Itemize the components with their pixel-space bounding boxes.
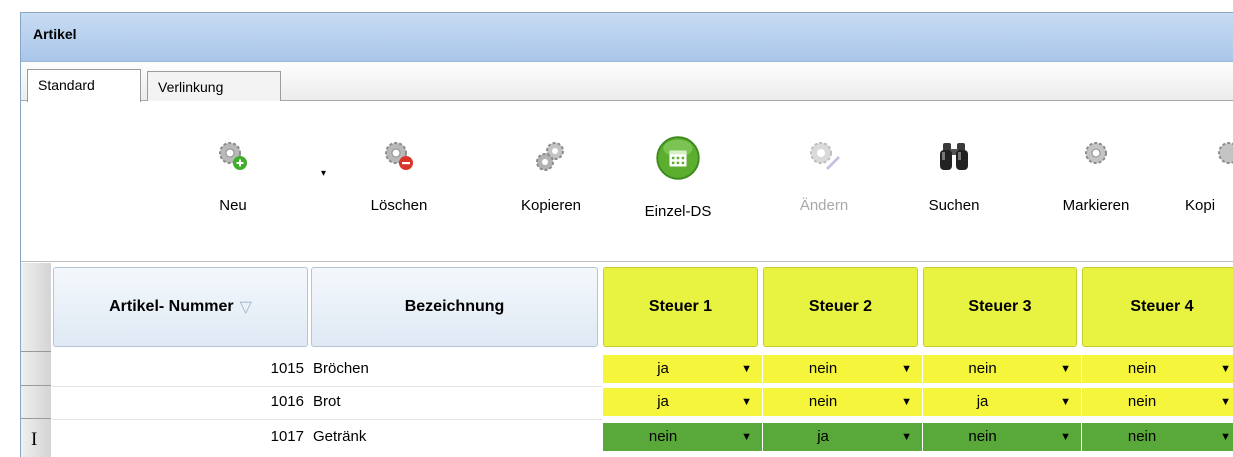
steuer-3-select[interactable]: nein ▼ (923, 355, 1082, 383)
cell-nummer[interactable]: 1017 (53, 423, 308, 451)
delete-button-label: Löschen (370, 197, 428, 214)
column-header-steuer-1[interactable]: Steuer 1 (603, 267, 758, 347)
steuer-3-select[interactable]: nein ▼ (923, 423, 1082, 451)
dropdown-arrow-icon: ▼ (1060, 363, 1071, 375)
gear-edit-icon (810, 142, 840, 170)
steuer-3-select[interactable]: ja ▼ (923, 388, 1082, 416)
binoculars-icon (940, 143, 968, 170)
dropdown-arrow-icon: ▼ (901, 363, 912, 375)
calculator-icon (656, 136, 700, 180)
select-value: nein (648, 428, 678, 445)
single-record-button-label: Einzel-DS (644, 203, 712, 220)
select-value: nein (1127, 393, 1157, 410)
search-button-label: Suchen (928, 197, 980, 214)
new-button[interactable]: Neu (203, 102, 263, 232)
tab-standard[interactable]: Standard (27, 69, 141, 102)
row-divider (52, 386, 602, 387)
select-value: nein (808, 360, 838, 377)
select-value: nein (968, 428, 997, 445)
sort-indicator-icon: ▽ (239, 299, 252, 316)
select-value: nein (1127, 360, 1157, 377)
copy-2-button-label: Kopi (1185, 197, 1216, 214)
dropdown-arrow-icon: ▼ (741, 363, 752, 375)
cell-bezeichnung[interactable]: Bröchen (311, 355, 601, 383)
select-value: nein (968, 360, 997, 377)
cell-nummer[interactable]: 1015 (53, 355, 308, 383)
cell-nummer[interactable]: 1016 (53, 388, 308, 416)
dropdown-arrow-icon: ▼ (1220, 431, 1231, 443)
text-cursor-icon: I (31, 429, 38, 450)
title-bar: Artikel (21, 13, 1233, 62)
tab-verlinkung[interactable]: Verlinkung (147, 71, 281, 101)
dropdown-arrow-icon: ▼ (741, 431, 752, 443)
mark-button[interactable]: Markieren (1051, 102, 1141, 232)
cell-bezeichnung[interactable]: Brot (311, 388, 601, 416)
artikel-window: Artikel Standard Verlinkung Neu ▾ Lösche… (20, 12, 1233, 457)
new-button-label: Neu (219, 197, 247, 214)
column-header-label: Artikel- Nummer (109, 298, 234, 315)
steuer-2-select[interactable]: nein ▼ (763, 355, 923, 383)
copy-2-button[interactable]: Kopi (1177, 102, 1233, 232)
mark-button-label: Markieren (1062, 197, 1130, 214)
dropdown-arrow-icon: ▼ (741, 396, 752, 408)
gears-copy-icon (536, 142, 564, 171)
select-value: nein (808, 393, 838, 410)
window-title: Artikel (33, 26, 77, 42)
dropdown-arrow-icon: ▼ (1220, 363, 1231, 375)
gear-mark-icon (1085, 142, 1107, 164)
select-value: nein (1127, 428, 1157, 445)
dropdown-arrow-icon: ▼ (1220, 396, 1231, 408)
single-record-button[interactable]: Einzel-DS (633, 102, 723, 232)
select-value: ja (657, 393, 669, 410)
articles-grid: I Artikel- Nummer ▽ Bezeichnung Steuer 1… (21, 263, 1233, 457)
delete-button[interactable]: Löschen (354, 102, 444, 232)
steuer-1-select[interactable]: nein ▼ (603, 423, 763, 451)
steuer-4-select[interactable]: nein ▼ (1082, 388, 1233, 416)
column-header-steuer-3[interactable]: Steuer 3 (923, 267, 1077, 347)
column-header-bezeichnung[interactable]: Bezeichnung (311, 267, 598, 347)
steuer-2-select[interactable]: nein ▼ (763, 388, 923, 416)
select-value: ja (657, 360, 669, 377)
row-divider (52, 419, 602, 420)
steuer-1-select[interactable]: ja ▼ (603, 388, 763, 416)
steuer-1-select[interactable]: ja ▼ (603, 355, 763, 383)
edit-button[interactable]: Ändern (789, 102, 859, 232)
dropdown-arrow-icon: ▼ (1060, 396, 1071, 408)
column-header-artikel-nummer[interactable]: Artikel- Nummer ▽ (53, 267, 308, 347)
steuer-4-select[interactable]: nein ▼ (1082, 423, 1233, 451)
dropdown-arrow-icon: ▼ (901, 396, 912, 408)
row-header-2[interactable] (21, 386, 51, 419)
tab-strip: Standard Verlinkung (21, 63, 1233, 102)
toolbar: Neu ▾ Löschen Kopieren Einzel-DS Ändern … (21, 102, 1233, 262)
gear-icon (1218, 142, 1233, 164)
edit-button-label: Ändern (799, 197, 849, 214)
gear-add-icon (219, 142, 247, 170)
new-dropdown-arrow-icon[interactable]: ▾ (321, 168, 326, 179)
steuer-2-select[interactable]: ja ▼ (763, 423, 923, 451)
column-header-steuer-2[interactable]: Steuer 2 (763, 267, 918, 347)
dropdown-arrow-icon: ▼ (1060, 431, 1071, 443)
select-value: ja (976, 393, 989, 410)
search-button[interactable]: Suchen (914, 102, 994, 232)
select-value: ja (817, 428, 829, 445)
column-header-steuer-4[interactable]: Steuer 4 (1082, 267, 1233, 347)
cell-bezeichnung[interactable]: Getränk (311, 423, 601, 451)
copy-button[interactable]: Kopieren (501, 102, 601, 232)
corner-header (21, 263, 51, 352)
steuer-4-select[interactable]: nein ▼ (1082, 355, 1233, 383)
dropdown-arrow-icon: ▼ (901, 431, 912, 443)
copy-button-label: Kopieren (520, 197, 582, 214)
row-header-1[interactable] (21, 352, 51, 386)
gear-delete-icon (385, 142, 413, 170)
